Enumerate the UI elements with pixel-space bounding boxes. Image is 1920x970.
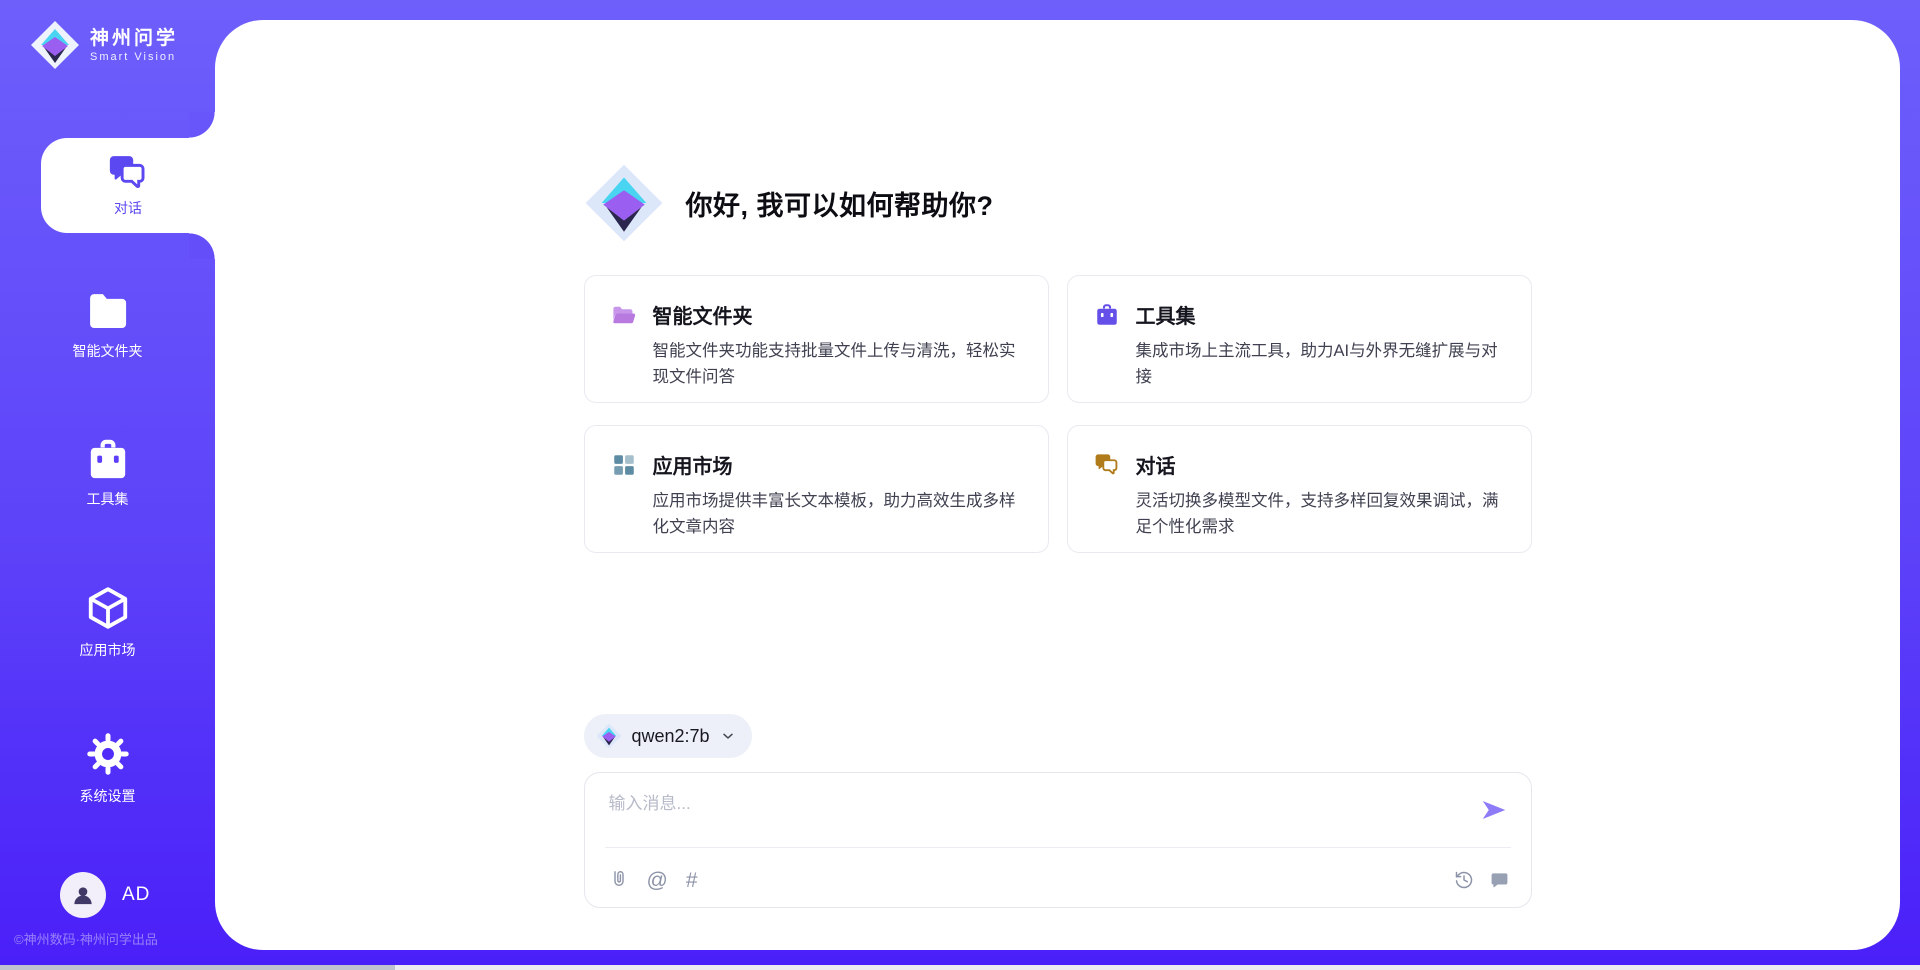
model-name: qwen2:7b xyxy=(632,726,710,747)
sidebar-item-smart-folder[interactable]: 智能文件夹 xyxy=(0,292,215,361)
greeting: 你好, 我可以如何帮助你? xyxy=(584,20,1532,243)
model-selector[interactable]: qwen2:7b xyxy=(584,714,752,758)
card-smart-folder[interactable]: 智能文件夹 智能文件夹功能支持批量文件上传与清洗，轻松实现文件问答 xyxy=(584,275,1049,403)
card-chat[interactable]: 对话 灵活切换多模型文件，支持多样回复效果调试，满足个性化需求 xyxy=(1067,425,1532,553)
sidebar-item-label: 系统设置 xyxy=(80,786,136,806)
topic-button[interactable]: # xyxy=(686,870,698,891)
composer-toolbar: @ # xyxy=(609,869,1509,891)
send-button[interactable] xyxy=(1479,795,1509,825)
brand-subtitle: Smart Vision xyxy=(90,51,178,63)
card-title: 对话 xyxy=(1136,450,1176,479)
sidebar: 神州问学 Smart Vision 对话 智能文件夹 xyxy=(0,0,215,970)
card-title: 应用市场 xyxy=(653,450,733,479)
message-input[interactable] xyxy=(609,789,1449,841)
at-icon: @ xyxy=(647,870,668,891)
horizontal-scrollbar-thumb[interactable] xyxy=(0,965,395,970)
user-menu[interactable]: AD xyxy=(60,872,150,918)
sidebar-item-label: 工具集 xyxy=(87,489,129,509)
history-button[interactable] xyxy=(1454,870,1474,890)
mention-button[interactable]: @ xyxy=(647,870,668,891)
sidebar-item-app-market[interactable]: 应用市场 xyxy=(0,585,215,660)
main-panel: 你好, 我可以如何帮助你? 智能文件夹 智能文件夹功能支持批量文件上传与清洗，轻… xyxy=(215,20,1900,950)
folder-icon xyxy=(85,292,131,332)
cube-icon xyxy=(85,585,131,631)
sidebar-item-chat[interactable]: 对话 xyxy=(41,138,215,233)
send-icon xyxy=(1479,795,1509,825)
chat-square-icon xyxy=(1490,871,1509,890)
chat-bubbles-icon xyxy=(1094,453,1120,477)
grid-cube-icon xyxy=(611,452,637,478)
user-icon xyxy=(69,881,97,909)
card-toolset[interactable]: 工具集 集成市场上主流工具，助力AI与外界无缝扩展与对接 xyxy=(1067,275,1532,403)
model-diamond-logo-icon xyxy=(596,723,622,749)
new-chat-button[interactable] xyxy=(1490,871,1509,890)
sidebar-item-settings[interactable]: 系统设置 xyxy=(0,731,215,806)
sidebar-item-label: 智能文件夹 xyxy=(73,341,143,361)
chat-bubbles-icon xyxy=(107,154,149,192)
composer-divider xyxy=(605,847,1511,848)
card-title: 智能文件夹 xyxy=(653,300,753,329)
user-name: AD xyxy=(122,884,150,906)
card-description: 智能文件夹功能支持批量文件上传与清洗，轻松实现文件问答 xyxy=(653,339,1021,390)
card-description: 灵活切换多模型文件，支持多样回复效果调试，满足个性化需求 xyxy=(1136,489,1504,540)
history-icon xyxy=(1454,870,1474,890)
feature-cards: 智能文件夹 智能文件夹功能支持批量文件上传与清洗，轻松实现文件问答 工具集 xyxy=(584,275,1532,553)
gear-icon xyxy=(85,731,131,777)
folder-open-icon xyxy=(611,302,637,328)
brand-diamond-logo-icon xyxy=(30,20,80,70)
briefcase-icon xyxy=(85,438,131,480)
card-description: 应用市场提供丰富长文本模板，助力高效生成多样化文章内容 xyxy=(653,489,1021,540)
greeting-diamond-logo-icon xyxy=(584,163,664,243)
avatar xyxy=(60,872,106,918)
brand: 神州问学 Smart Vision xyxy=(30,20,178,70)
sidebar-item-label: 应用市场 xyxy=(80,640,136,660)
app-window: 神州问学 Smart Vision 对话 智能文件夹 xyxy=(0,0,1920,970)
attach-file-button[interactable] xyxy=(609,869,629,891)
paperclip-icon xyxy=(609,869,629,891)
card-app-market[interactable]: 应用市场 应用市场提供丰富长文本模板，助力高效生成多样化文章内容 xyxy=(584,425,1049,553)
chevron-down-icon xyxy=(720,728,736,744)
copyright-text: ©神州数码·神州问学出品 xyxy=(14,929,158,948)
message-composer: @ # xyxy=(584,772,1532,908)
hash-icon: # xyxy=(686,870,698,891)
briefcase-icon xyxy=(1094,302,1120,328)
brand-name: 神州问学 xyxy=(90,27,178,51)
card-title: 工具集 xyxy=(1136,300,1196,329)
card-description: 集成市场上主流工具，助力AI与外界无缝扩展与对接 xyxy=(1136,339,1504,390)
horizontal-scrollbar xyxy=(0,965,1920,970)
greeting-title: 你好, 我可以如何帮助你? xyxy=(686,184,994,223)
sidebar-item-label: 对话 xyxy=(114,198,142,218)
sidebar-item-toolset[interactable]: 工具集 xyxy=(0,438,215,509)
